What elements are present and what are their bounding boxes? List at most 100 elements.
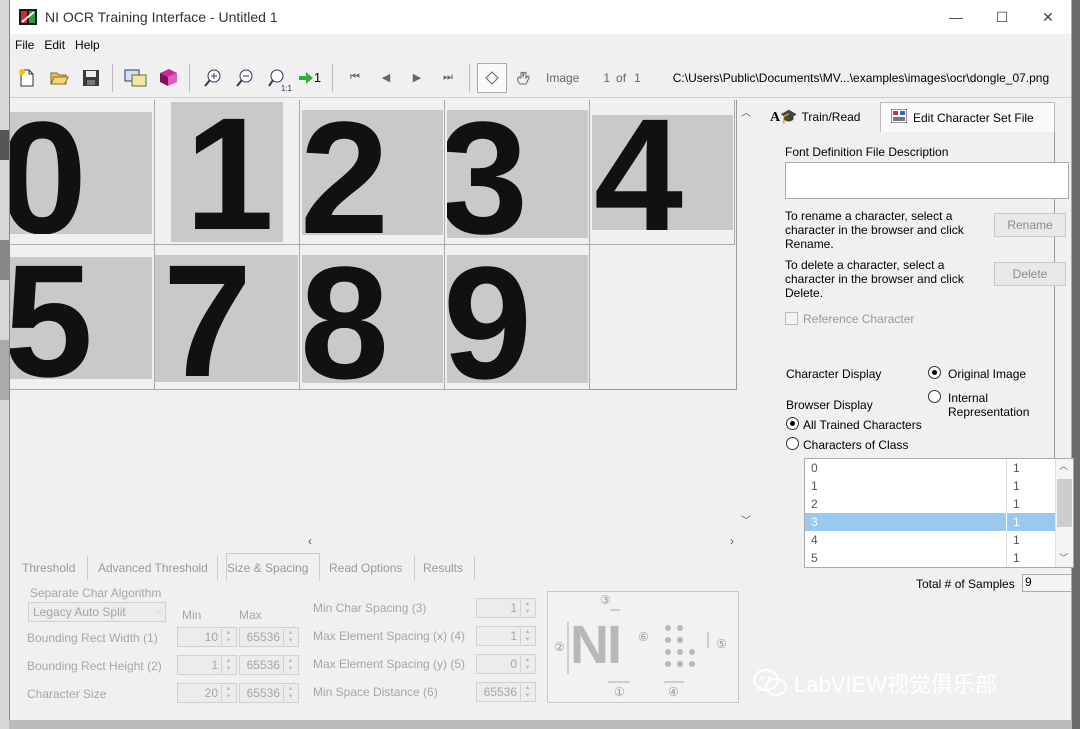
list-item[interactable]: 11 [805,477,1055,495]
bounding-rect-width-max[interactable]: 65536 ▲ ▼ [239,627,299,647]
min-char-spacing-input[interactable]: 1 ▲ ▼ [476,598,536,618]
character-size-max[interactable]: 65536 ▲ ▼ [239,683,299,703]
char-cell-1[interactable]: 1 [155,100,300,245]
font-desc-field[interactable] [785,162,1069,199]
list-scroll-down-icon[interactable]: ﹀ [1059,551,1068,564]
tab-threshold[interactable]: Threshold [22,556,88,580]
desktop-background-bottom [9,720,1072,729]
min-space-distance-input[interactable]: 65536 ▲ ▼ [476,682,536,702]
char-cell-7[interactable]: 7 [155,245,300,390]
menu-file[interactable]: File [10,38,39,52]
new-file-icon[interactable] [12,63,42,93]
tab-advanced-threshold[interactable]: Advanced Threshold [98,556,218,580]
maximize-button[interactable]: ☐ [979,0,1025,34]
diagram-dots [567,609,709,683]
tab-results[interactable]: Results [423,556,475,580]
delete-instructions: To delete a character, select a characte… [785,258,964,300]
all-trained-radio[interactable] [786,417,799,430]
image-index: 1 [603,70,611,85]
next-image-icon[interactable]: ▶ [402,63,432,93]
zoom-in-icon[interactable] [198,63,228,93]
reference-character-label: Reference Character [803,312,915,326]
scroll-down-icon[interactable]: ﹀ [741,512,751,527]
characters-of-class-radio[interactable] [786,437,799,450]
toolbar: 1:1 1 ⏮ ◀ ▶ ⏭ Image 1 of 1 C:\Users\Publ… [10,58,1071,98]
last-image-icon[interactable]: ⏭ [433,63,463,93]
min-space-distance-label: Min Space Distance (6) [313,685,438,699]
menu-edit[interactable]: Edit [39,38,70,52]
previous-image-icon[interactable]: ◀ [371,63,401,93]
goto-image-button[interactable]: 1 [294,63,326,93]
original-image-radio[interactable] [928,366,941,379]
list-item[interactable]: 01 [805,459,1055,477]
char-cell-2[interactable]: 2 [300,100,445,245]
image-total: 1 [634,70,641,85]
watermark: LabVIEW视觉俱乐部 [752,665,997,701]
list-scroll-up-icon[interactable]: ︿ [1059,459,1068,472]
char-cell-0[interactable]: 0 [10,100,155,245]
character-set-icon[interactable] [153,63,183,93]
watermark-text: LabVIEW视觉俱乐部 [794,672,997,697]
char-cell-4[interactable]: 4 [590,100,735,245]
first-image-icon[interactable]: ⏮ [340,63,370,93]
wechat-icon [753,669,787,696]
character-list[interactable]: 01 11 21 31 41 51 ︿ ﹀ [804,458,1074,568]
char-glyph: 1 [185,102,274,242]
app-window: NI OCR Training Interface - Untitled 1 —… [9,0,1074,720]
bounding-rect-width-label: Bounding Rect Width (1) [27,631,158,645]
menu-help[interactable]: Help [70,38,105,52]
characters-of-class-label: Characters of Class [803,438,909,452]
tab-train-read[interactable]: A🎓 Train/Read [770,102,878,132]
separate-algo-select[interactable]: Legacy Auto Split ⌵ [28,602,166,622]
close-button[interactable]: ✕ [1025,0,1071,34]
max-element-spacing-y-input[interactable]: 0 ▲ ▼ [476,654,536,674]
edit-charset-icon [890,108,908,126]
tab-read-options[interactable]: Read Options [329,556,415,580]
char-cell-5[interactable]: 4 5 [10,245,155,390]
list-scrollbar[interactable]: ︿ ﹀ [1055,459,1073,567]
selection-tool-icon[interactable] [477,62,507,93]
scroll-left-icon[interactable]: ‹ [308,534,312,548]
max-header: Max [239,608,262,622]
separate-algo-label: Separate Char Algorithm [30,586,162,600]
minimize-button[interactable]: — [933,0,979,34]
list-item-selected[interactable]: 31 [805,513,1055,531]
zoom-1to1-icon[interactable]: 1:1 [262,63,292,93]
bounding-rect-height-min[interactable]: 1 ▲ ▼ [177,655,237,675]
max-element-spacing-x-input[interactable]: 1 ▲ ▼ [476,626,536,646]
character-set-panel: A🎓 Train/Read Edit Character Set File Fo… [756,100,1074,600]
open-folder-icon[interactable] [44,63,74,93]
list-item[interactable]: 41 [805,531,1055,549]
bounding-rect-height-max[interactable]: 65536 ▲ ▼ [239,655,299,675]
character-size-min[interactable]: 20 ▲ ▼ [177,683,237,703]
max-element-spacing-x-label: Max Element Spacing (x) (4) [313,629,466,643]
bounding-rect-width-min[interactable]: 10 ▲ ▼ [177,627,237,647]
horizontal-scrollbar[interactable]: ‹ › [306,534,736,550]
desktop-background-right [1072,0,1080,729]
char-cell-8[interactable]: 8 [300,245,445,390]
tab-size-spacing[interactable]: Size & Spacing [226,553,320,581]
goto-image-label: 1 [313,70,322,85]
zoom-1to1-label: 1:1 [280,83,292,93]
character-display-label: Character Display [786,367,882,381]
tab-edit-character-set[interactable]: Edit Character Set File [880,102,1055,132]
scroll-up-icon[interactable]: ︿ [741,104,751,119]
rename-button[interactable]: Rename [994,213,1066,237]
delete-button[interactable]: Delete [994,262,1066,286]
internal-representation-radio[interactable] [928,390,941,403]
reference-character-checkbox[interactable] [785,312,798,325]
char-cell-3[interactable]: 3 [445,100,590,245]
vertical-scrollbar[interactable]: ︿ ﹀ [738,100,756,530]
pan-tool-icon[interactable] [508,63,538,93]
list-item[interactable]: 21 [805,495,1055,513]
char-glyph: 4 [594,115,683,230]
max-element-spacing-y-label: Max Element Spacing (y) (5) [313,657,466,671]
acquire-image-icon[interactable] [121,63,151,93]
character-image-browser[interactable]: 0 1 2 3 4 4 5 [10,100,737,390]
list-item[interactable]: 51 [805,549,1055,567]
char-cell-9[interactable]: 9 [445,245,590,390]
list-scroll-thumb[interactable] [1057,479,1072,527]
scroll-right-icon[interactable]: › [730,534,734,548]
save-icon[interactable] [76,63,106,93]
zoom-out-icon[interactable] [230,63,260,93]
